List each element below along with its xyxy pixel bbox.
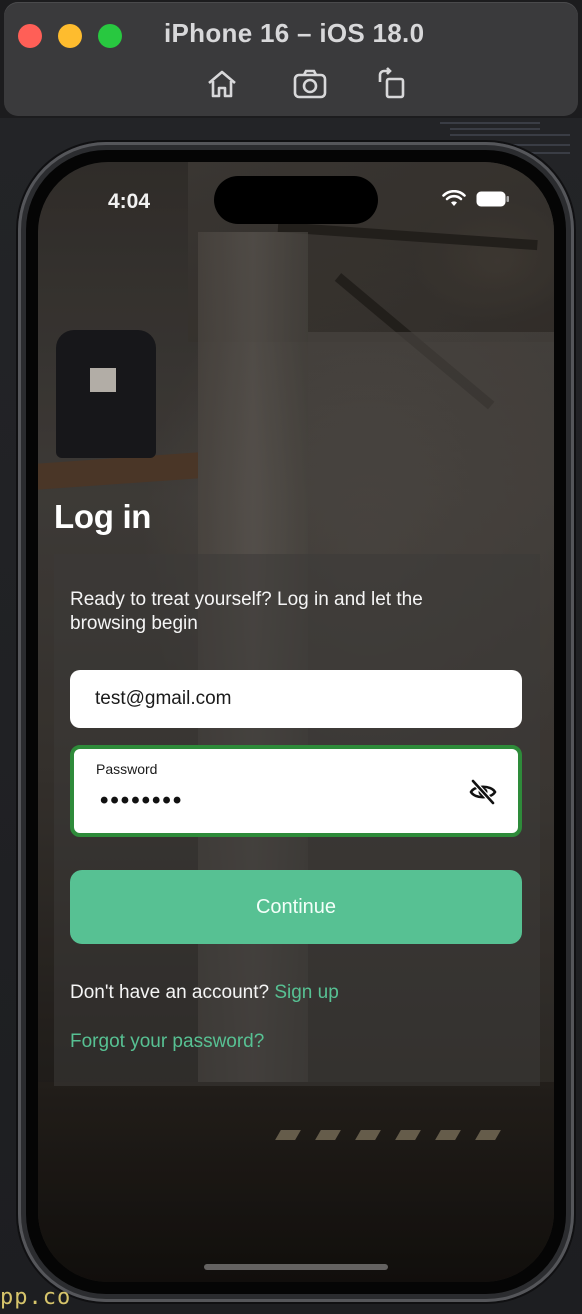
wifi-icon <box>442 190 466 206</box>
continue-button[interactable]: Continue <box>70 870 522 944</box>
close-window-button[interactable] <box>18 24 42 48</box>
screenshot-icon[interactable] <box>292 66 328 102</box>
forgot-password-link[interactable]: Forgot your password? <box>70 1031 264 1053</box>
background-code-snippet: pp.co <box>0 1285 72 1310</box>
signup-prompt: Don't have an account? <box>70 982 275 1003</box>
email-field[interactable] <box>70 670 522 728</box>
zoom-window-button[interactable] <box>98 24 122 48</box>
simulator-title: iPhone 16 – iOS 18.0 <box>164 18 425 48</box>
password-field[interactable]: Password •••••••• <box>70 745 522 837</box>
home-indicator <box>204 1264 388 1270</box>
status-time: 4:04 <box>108 190 151 213</box>
battery-icon <box>476 191 509 207</box>
dynamic-island <box>214 176 378 224</box>
minimize-window-button[interactable] <box>58 24 82 48</box>
login-subtitle: Ready to treat yourself? Log in and let … <box>70 589 423 634</box>
status-icons <box>442 190 510 208</box>
page-title: Log in <box>54 498 152 535</box>
phone-screen: 4:04 Log in Ready to treat yourself? Log… <box>38 162 554 1282</box>
password-label: Password <box>96 761 158 777</box>
sign-up-link[interactable]: Sign up <box>274 982 338 1003</box>
login-card: Ready to treat yourself? Log in and let … <box>54 554 540 1086</box>
password-value: •••••••• <box>100 787 184 814</box>
eye-off-icon[interactable] <box>468 777 498 807</box>
simulator-title-bar: iPhone 16 – iOS 18.0 <box>4 2 578 116</box>
rotate-icon[interactable] <box>374 66 410 102</box>
home-icon[interactable] <box>204 66 240 102</box>
signup-row: Don't have an account? Sign up <box>70 982 339 1004</box>
